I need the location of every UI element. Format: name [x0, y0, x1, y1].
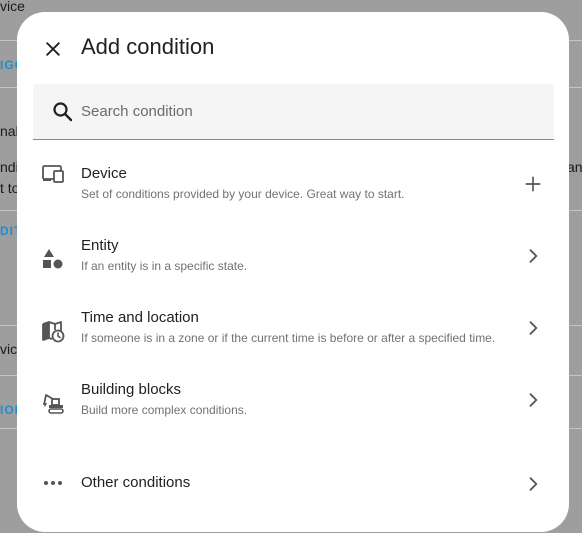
chevron-right-icon [529, 321, 538, 335]
search-field[interactable] [33, 84, 554, 140]
item-label: Entity [81, 237, 119, 254]
search-input[interactable] [81, 84, 541, 139]
item-description: Build more complex conditions. [81, 403, 248, 417]
item-label: Other conditions [81, 474, 191, 491]
plus-icon[interactable] [523, 174, 543, 194]
close-icon [46, 42, 60, 56]
add-condition-dialog: Add condition Device Set of conditions p… [17, 12, 569, 532]
item-description: Set of conditions provided by your devic… [81, 187, 405, 201]
item-description: If an entity is in a specific state. [81, 259, 248, 273]
dialog-title: Add condition [81, 34, 215, 59]
device-icon [42, 165, 64, 183]
dialog-header: Add condition [17, 12, 569, 84]
chevron-right-icon [529, 477, 538, 491]
list-item-building-blocks[interactable]: Building blocks Build more complex condi… [17, 358, 569, 430]
dots-horizontal-icon [44, 481, 62, 485]
list-item-entity[interactable]: Entity If an entity is in a specific sta… [17, 214, 569, 286]
chevron-right-icon [529, 393, 538, 407]
map-clock-icon [42, 321, 65, 343]
list-item-other-conditions[interactable]: Other conditions [17, 430, 569, 502]
item-label: Time and location [81, 309, 199, 326]
excavator-icon [43, 394, 64, 414]
shapes-icon [43, 249, 63, 269]
chevron-right-icon [529, 249, 538, 263]
list-item-device[interactable]: Device Set of conditions provided by you… [17, 142, 569, 214]
item-label: Device [81, 165, 127, 182]
bg-text-fragment: any [567, 159, 582, 175]
item-description: If someone is in a zone or if the curren… [81, 331, 496, 345]
item-label: Building blocks [81, 381, 182, 398]
close-button[interactable] [37, 33, 69, 65]
list-item-time-and-location[interactable]: Time and location If someone is in a zon… [17, 286, 569, 358]
search-icon [53, 102, 73, 122]
